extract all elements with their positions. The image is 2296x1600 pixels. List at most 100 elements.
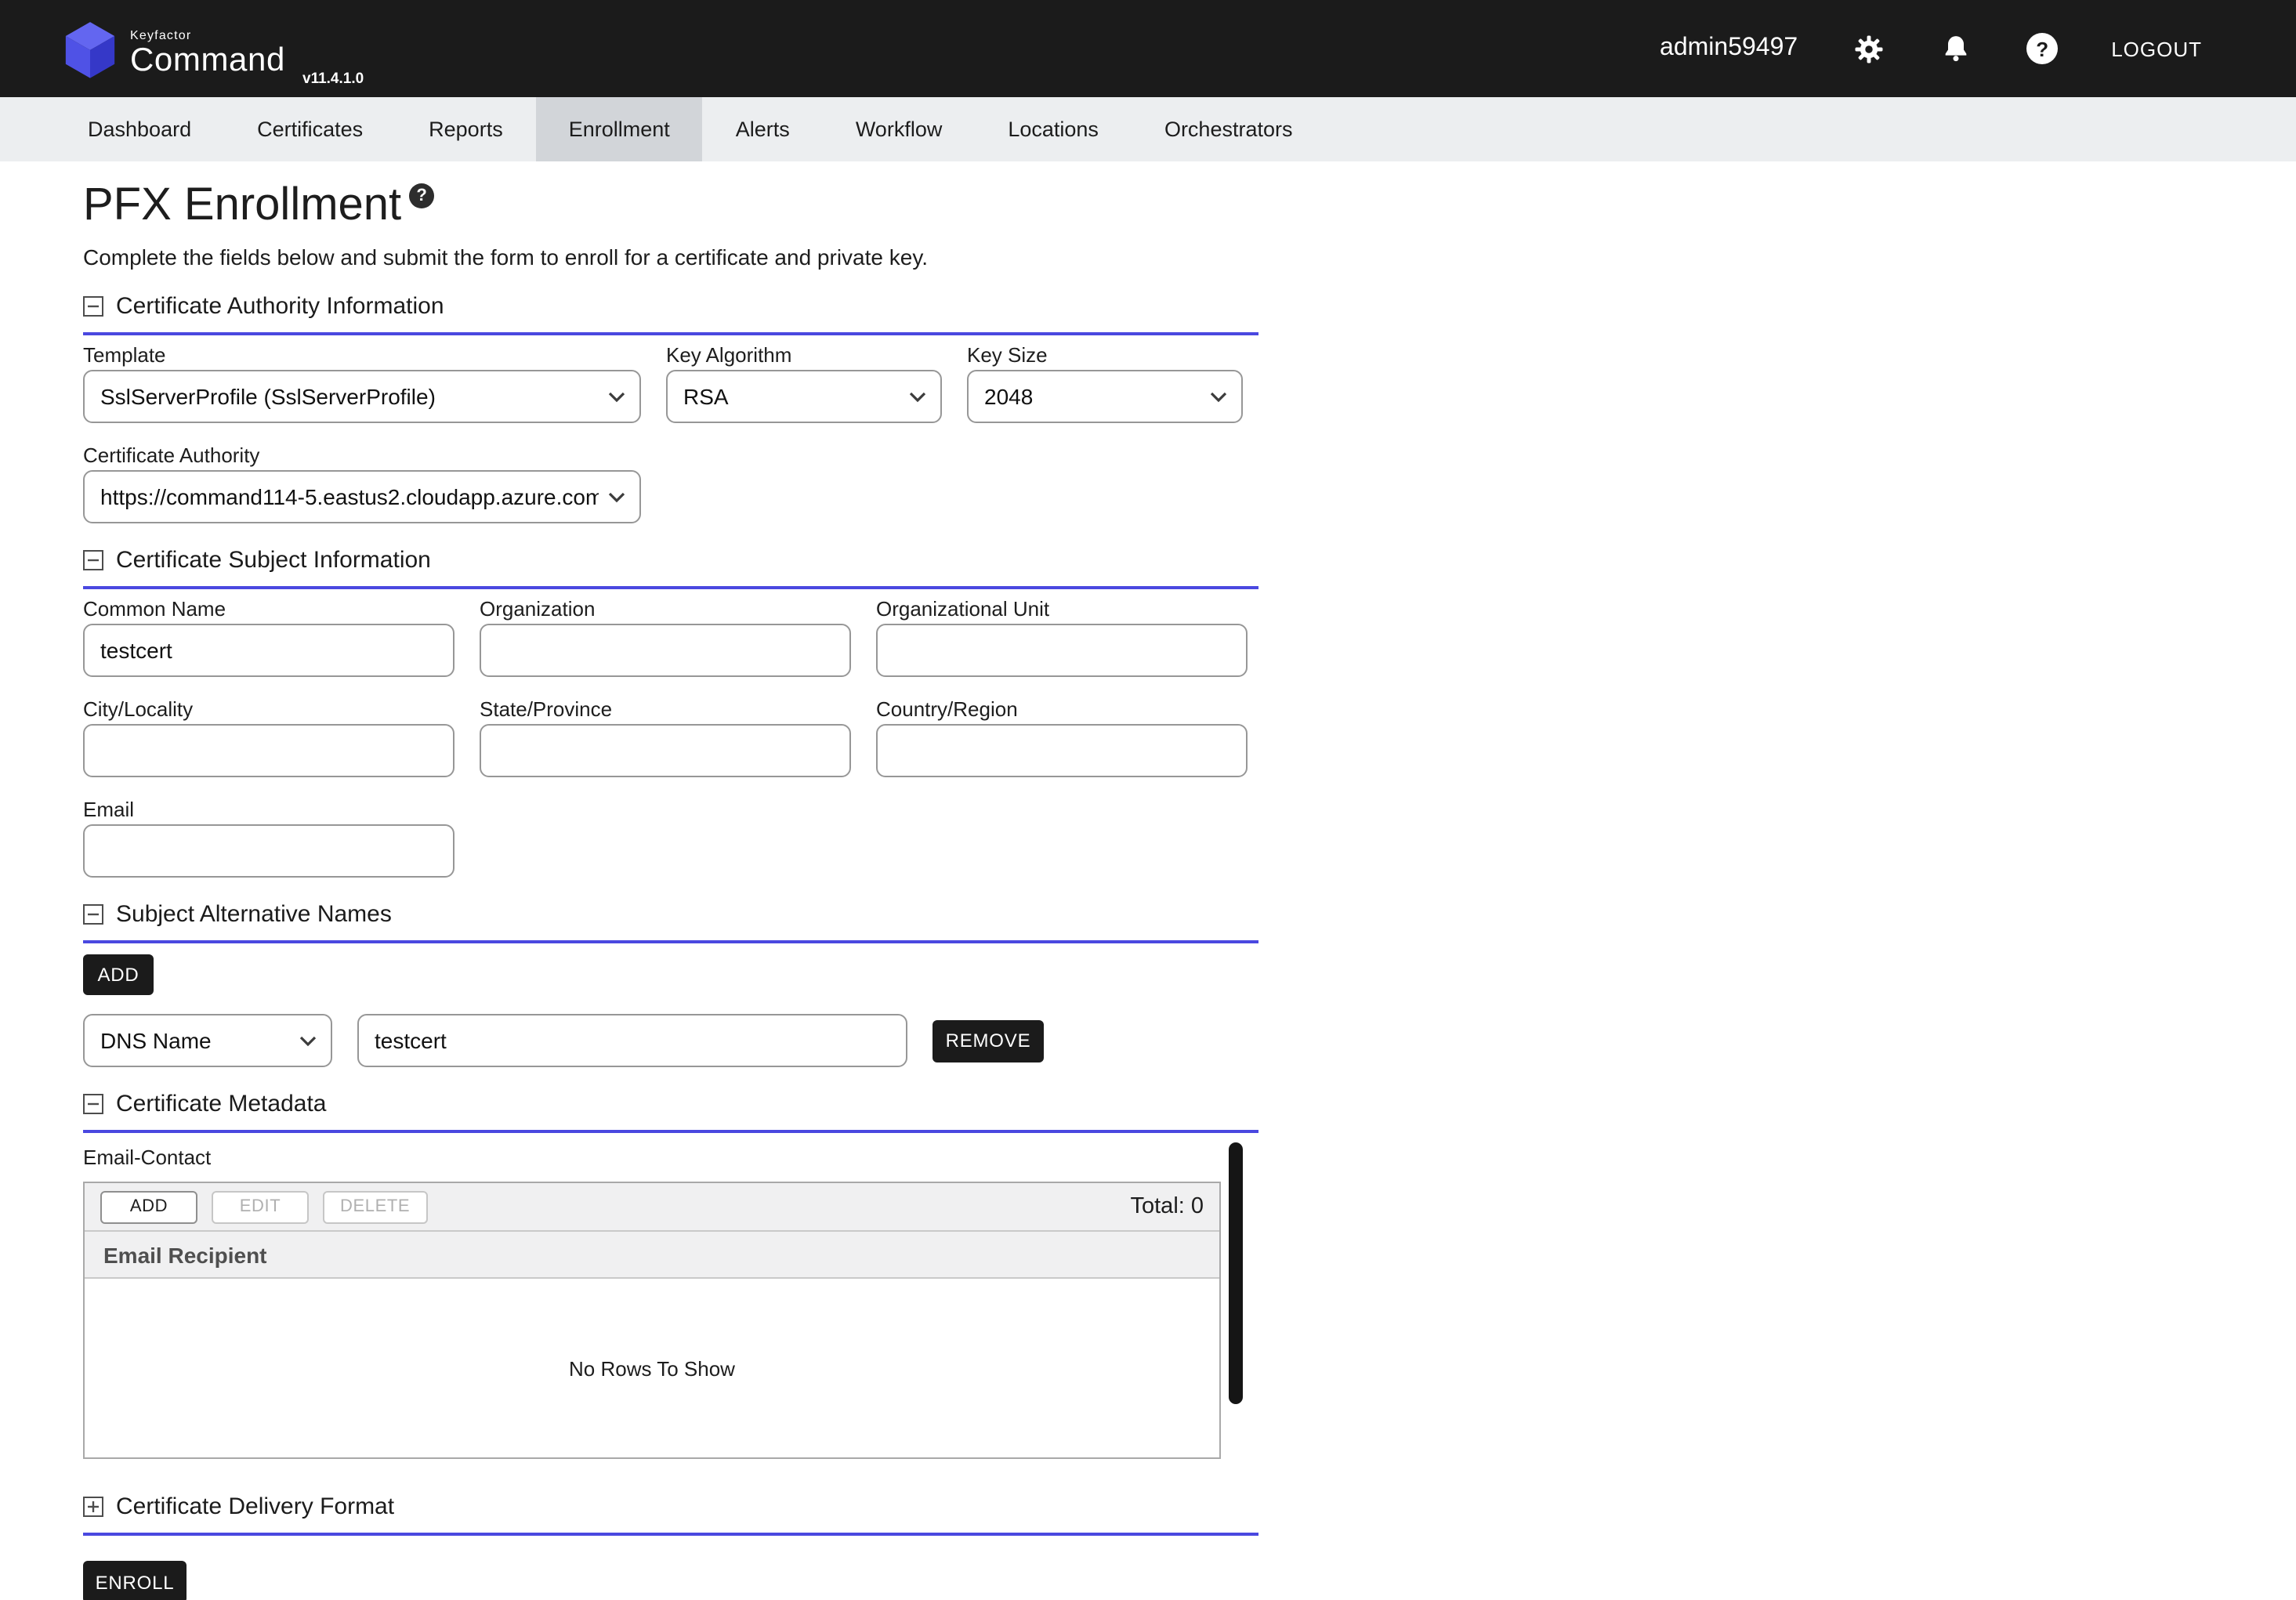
brand-keyfactor-label: Keyfactor [130, 28, 285, 42]
san-type-select[interactable]: DNS Name [83, 1014, 332, 1067]
section-header: Certificate Metadata [83, 1091, 1258, 1133]
enroll-button[interactable]: ENROLL [83, 1561, 187, 1600]
page-subtitle: Complete the fields below and submit the… [83, 246, 1258, 270]
section-subject-alternative-names: Subject Alternative Names ADD DNS Name R… [83, 901, 1258, 1067]
email-field: Email [83, 799, 454, 878]
section-title: Certificate Delivery Format [116, 1493, 394, 1520]
metadata-total-count: Total: 0 [1131, 1194, 1204, 1219]
brand-text: Keyfactor Command [130, 19, 285, 78]
collapse-minus-icon[interactable] [83, 550, 103, 570]
nav-enrollment[interactable]: Enrollment [536, 97, 703, 161]
key-algorithm-select[interactable]: RSA [666, 370, 942, 423]
chevron-down-icon [1210, 391, 1227, 402]
certificate-authority-field: Certificate Authority https://command114… [83, 445, 641, 523]
metadata-grid-toolbar: ADD EDIT DELETE Total: 0 [85, 1183, 1219, 1232]
nav-reports[interactable]: Reports [396, 97, 536, 161]
section-header: Subject Alternative Names [83, 901, 1258, 943]
template-field: Template SslServerProfile (SslServerProf… [83, 345, 641, 423]
common-name-field: Common Name [83, 599, 454, 677]
common-name-input[interactable] [83, 624, 454, 677]
metadata-column-header[interactable]: Email Recipient [85, 1232, 1219, 1279]
metadata-scrollbar[interactable] [1229, 1142, 1243, 1404]
section-header: Certificate Authority Information [83, 293, 1258, 335]
metadata-edit-button[interactable]: EDIT [212, 1190, 309, 1223]
state-label: State/Province [480, 699, 851, 719]
template-select[interactable]: SslServerProfile (SslServerProfile) [83, 370, 641, 423]
collapse-minus-icon[interactable] [83, 296, 103, 317]
ca-row-1: Template SslServerProfile (SslServerProf… [83, 345, 1258, 423]
key-size-select-value: 2048 [984, 384, 1201, 409]
san-remove-button[interactable]: REMOVE [933, 1019, 1044, 1062]
section-title: Certificate Metadata [116, 1091, 326, 1117]
section-certificate-delivery-format: Certificate Delivery Format [83, 1493, 1258, 1536]
subject-row-2: City/Locality State/Province Country/Reg… [83, 699, 1258, 777]
key-size-field: Key Size 2048 [967, 345, 1243, 423]
san-add-button[interactable]: ADD [83, 954, 154, 995]
nav-locations[interactable]: Locations [975, 97, 1132, 161]
section-header: Certificate Delivery Format [83, 1493, 1258, 1536]
san-value-wrap [357, 1014, 907, 1067]
state-input[interactable] [480, 724, 851, 777]
metadata-delete-button[interactable]: DELETE [323, 1190, 427, 1223]
ca-row-2: Certificate Authority https://command114… [83, 445, 1258, 523]
version-label: v11.4.1.0 [302, 71, 364, 88]
logout-button[interactable]: LOGOUT [2111, 37, 2202, 60]
email-input[interactable] [83, 824, 454, 878]
san-type-select-value: DNS Name [100, 1028, 290, 1053]
metadata-grid-wrap: ADD EDIT DELETE Total: 0 Email Recipient… [83, 1182, 1221, 1459]
certificate-authority-label: Certificate Authority [83, 445, 641, 465]
state-field: State/Province [480, 699, 851, 777]
expand-plus-icon[interactable] [83, 1497, 103, 1517]
username-label: admin59497 [1660, 34, 1798, 63]
chevron-down-icon [909, 391, 926, 402]
key-algorithm-select-value: RSA [683, 384, 900, 409]
country-input[interactable] [876, 724, 1248, 777]
page-title: PFX Enrollment [83, 180, 401, 232]
page-help-icon[interactable]: ? [409, 183, 434, 208]
section-header: Certificate Subject Information [83, 547, 1258, 589]
collapse-minus-icon[interactable] [83, 904, 103, 925]
organizational-unit-label: Organizational Unit [876, 599, 1248, 619]
header-actions: admin59497 [1660, 31, 2202, 66]
key-algorithm-label: Key Algorithm [666, 345, 942, 365]
help-icon[interactable]: ? [2026, 33, 2058, 64]
organizational-unit-field: Organizational Unit [876, 599, 1248, 677]
san-row: DNS Name REMOVE [83, 1014, 1258, 1067]
key-size-select[interactable]: 2048 [967, 370, 1243, 423]
metadata-empty-message: No Rows To Show [569, 1356, 735, 1380]
certificate-authority-select-value: https://command114-5.eastus2.cloudapp.az… [100, 484, 599, 509]
nav-dashboard[interactable]: Dashboard [55, 97, 224, 161]
nav-workflow[interactable]: Workflow [823, 97, 976, 161]
collapse-minus-icon[interactable] [83, 1094, 103, 1114]
subject-row-3: Email [83, 799, 1258, 878]
nav-alerts[interactable]: Alerts [703, 97, 823, 161]
section-certificate-subject-information: Certificate Subject Information Common N… [83, 547, 1258, 878]
country-label: Country/Region [876, 699, 1248, 719]
section-title: Certificate Authority Information [116, 293, 444, 320]
keyfactor-cube-icon [64, 20, 116, 78]
nav-orchestrators[interactable]: Orchestrators [1132, 97, 1326, 161]
metadata-grid: ADD EDIT DELETE Total: 0 Email Recipient… [83, 1182, 1221, 1459]
city-input[interactable] [83, 724, 454, 777]
top-header: Keyfactor Command v11.4.1.0 admin59497 [0, 0, 2296, 97]
notifications-bell-icon[interactable] [1939, 31, 1973, 66]
key-algorithm-field: Key Algorithm RSA [666, 345, 942, 423]
template-label: Template [83, 345, 641, 365]
chevron-down-icon [299, 1035, 317, 1046]
organizational-unit-input[interactable] [876, 624, 1248, 677]
brand-logo[interactable]: Keyfactor Command v11.4.1.0 [64, 0, 285, 97]
certificate-authority-select[interactable]: https://command114-5.eastus2.cloudapp.az… [83, 470, 641, 523]
brand-command-label: Command [130, 44, 285, 78]
nav-certificates[interactable]: Certificates [224, 97, 396, 161]
email-label: Email [83, 799, 454, 820]
template-select-value: SslServerProfile (SslServerProfile) [100, 384, 599, 409]
country-field: Country/Region [876, 699, 1248, 777]
organization-input[interactable] [480, 624, 851, 677]
san-value-input[interactable] [357, 1014, 907, 1067]
common-name-label: Common Name [83, 599, 454, 619]
metadata-add-button[interactable]: ADD [100, 1190, 197, 1223]
organization-field: Organization [480, 599, 851, 677]
main-content: PFX Enrollment ? Complete the fields bel… [83, 180, 1258, 1600]
metadata-grid-body: No Rows To Show [85, 1279, 1219, 1457]
settings-gear-icon[interactable] [1851, 31, 1885, 66]
